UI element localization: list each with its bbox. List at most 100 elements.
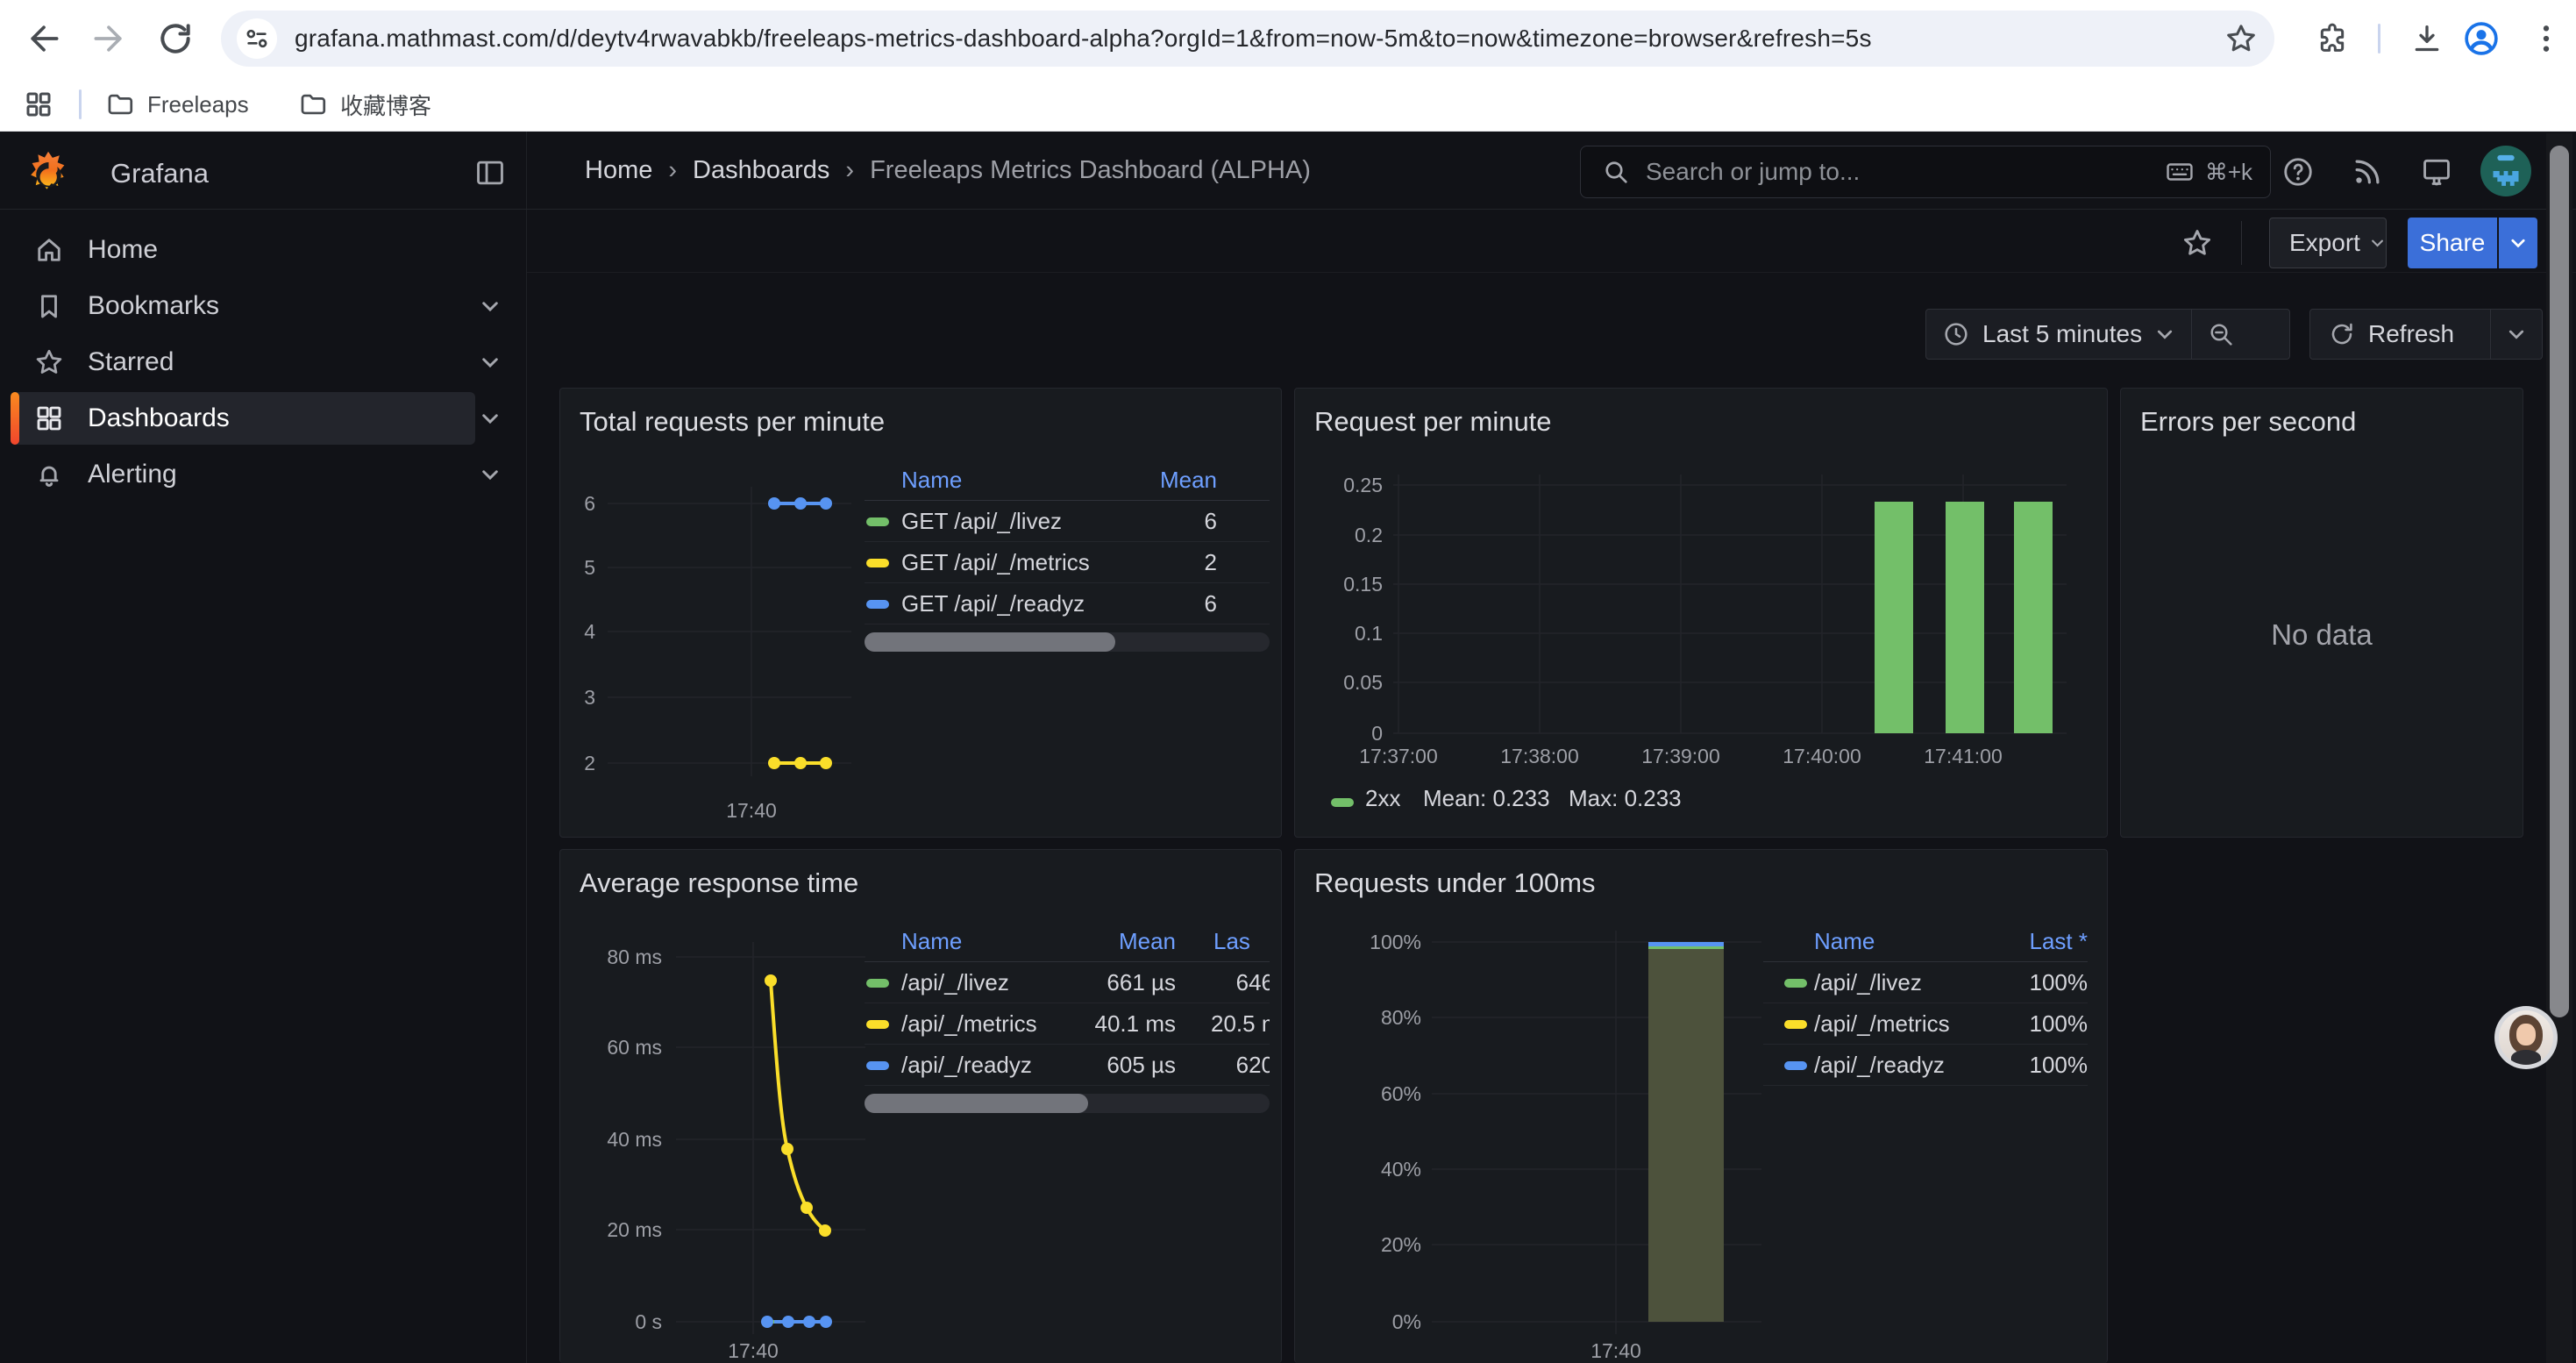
bookmark-star-icon[interactable] [2224,21,2259,56]
reload-icon[interactable] [156,19,195,58]
time-range-picker[interactable]: Last 5 minutes [1926,310,2191,359]
bell-icon [33,459,65,490]
panel-errors-per-second[interactable]: Errors per second No data [2120,388,2523,838]
legend-row[interactable]: /api/_/metrics 40.1 ms 20.5 m [865,1003,1270,1045]
kiosk-monitor-icon[interactable] [2420,155,2453,189]
sidebar-toggle-icon[interactable] [473,156,507,189]
panel-requests-under-100ms[interactable]: Requests under 100ms 100% 80% 60% 40% 20… [1294,849,2108,1363]
favorite-star-icon[interactable] [2181,226,2214,260]
y-axis-tick: 0.15 [1302,573,1383,596]
legend-header-name[interactable]: Name [901,464,962,501]
zoom-out-button[interactable] [2192,310,2250,359]
y-axis-tick: 0.25 [1302,474,1383,496]
avatar-image [2499,1010,2553,1065]
bookmark-folder-freeleaps[interactable]: Freeleaps [105,84,249,125]
chart-legend[interactable]: 2xx Mean: 0.233 Max: 0.233 [1295,785,2109,820]
profile-icon[interactable] [2462,19,2501,58]
panel-total-requests-per-minute[interactable]: Total requests per minute 6 5 4 3 2 17:4… [559,388,1282,838]
breadcrumb-separator: › [845,156,854,185]
x-axis-tick: 17:40:00 [1765,745,1879,767]
breadcrumb: Home › Dashboards › Freeleaps Metrics Da… [585,132,1311,209]
series-mean: 6 [1205,583,1217,624]
legend-table: Name Last * /api/_/livez 100% /api/_/met… [1763,925,2088,1101]
legend-row[interactable]: /api/_/livez 100% [1763,962,2088,1003]
legend-header-last[interactable]: Last * [2030,925,2089,962]
sidebar-item-starred[interactable]: Starred [0,334,526,390]
bookmark-folder-label: 收藏博客 [340,89,431,121]
legend-header-mean[interactable]: Mean [1160,464,1217,501]
series-name: GET /api/_/metrics [901,542,1090,583]
share-button[interactable]: Share [2408,218,2497,268]
sidebar-item-label: Alerting [88,460,177,489]
legend-row[interactable]: /api/_/metrics 100% [1763,1003,2088,1045]
series-name: /api/_/metrics [901,1003,1037,1045]
legend-row[interactable]: /api/_/readyz 605 µs 620 [865,1045,1270,1086]
download-icon[interactable] [2409,21,2444,56]
chevron-down-icon[interactable] [479,407,502,430]
legend-row[interactable]: /api/_/readyz 100% [1763,1045,2088,1086]
legend-header-name[interactable]: Name [901,925,962,962]
breadcrumb-current: Freeleaps Metrics Dashboard (ALPHA) [870,156,1311,185]
search-icon [1602,158,1630,186]
chevron-down-icon[interactable] [479,295,502,318]
news-rss-icon[interactable] [2351,155,2384,189]
panel-average-response-time[interactable]: Average response time 80 ms 60 ms 40 ms … [559,849,1282,1363]
sidebar-item-dashboards[interactable]: Dashboards [0,390,526,446]
series-last: 100% [2030,1003,2089,1045]
legend-row[interactable]: /api/_/livez 661 µs 646 [865,962,1270,1003]
legend-row[interactable]: GET /api/_/readyz 6 [865,583,1270,624]
y-axis-tick: 3 [564,686,595,709]
legend-scrollbar[interactable] [865,1094,1270,1113]
user-avatar[interactable] [2480,146,2531,196]
panel-request-per-minute[interactable]: Request per minute 0.25 0.2 0.15 0.1 0.0… [1294,388,2108,838]
legend-scrollbar-thumb[interactable] [865,1094,1088,1113]
sidebar-item-bookmarks[interactable]: Bookmarks [0,278,526,334]
keyboard-icon [2165,157,2195,187]
browser-menu-icon[interactable] [2529,21,2564,56]
series-name: /api/_/livez [901,962,1009,1003]
actions-divider [2241,221,2242,265]
legend-scrollbar[interactable] [865,632,1270,652]
legend-scrollbar-thumb[interactable] [865,632,1115,652]
y-axis-tick: 5 [564,556,595,579]
legend-header-last[interactable]: Las [1213,925,1250,962]
series-max: Max: 0.233 [1569,785,1682,812]
extensions-icon[interactable] [2315,21,2350,56]
export-button[interactable]: Export [2269,218,2387,268]
series-last: 646 [1211,962,1270,1003]
url-text[interactable]: grafana.mathmast.com/d/deytv4rwavabkb/fr… [295,11,1872,67]
page-scrollbar-thumb[interactable] [2550,146,2569,1017]
legend-header-name[interactable]: Name [1814,925,1875,962]
refresh-interval-button[interactable] [2491,310,2542,359]
search-input[interactable]: Search or jump to... ⌘+k [1580,146,2271,198]
site-settings-icon[interactable] [237,18,277,59]
series-last: 100% [2030,962,2089,1003]
y-axis-tick: 40 ms [564,1128,662,1151]
breadcrumb-dashboards[interactable]: Dashboards [693,156,829,185]
clock-icon [1942,320,1970,348]
forward-icon[interactable] [89,19,128,58]
legend-row[interactable]: GET /api/_/livez 6 [865,501,1270,542]
series-color-2xx [1331,798,1354,807]
series-last: 20.5 m [1211,1003,1270,1045]
series-color-livez [866,517,889,526]
address-bar[interactable]: grafana.mathmast.com/d/deytv4rwavabkb/fr… [221,11,2274,67]
bookmark-folder-blogs[interactable]: 收藏博客 [298,84,431,125]
refresh-button[interactable]: Refresh [2310,310,2490,359]
sidebar-item-home[interactable]: Home [0,222,526,278]
legend-header-mean[interactable]: Mean [1066,925,1176,962]
chevron-down-icon[interactable] [479,351,502,374]
series-color-metrics [866,1020,889,1029]
bookmarks-bar: Freeleaps 收藏博客 [0,77,2576,132]
sidebar-item-alerting[interactable]: Alerting [0,446,526,503]
help-icon[interactable] [2281,155,2315,189]
share-menu-button[interactable] [2499,218,2537,268]
breadcrumb-home[interactable]: Home [585,156,652,185]
apps-grid-icon[interactable] [23,89,54,120]
active-item-indicator [11,392,19,445]
assistant-avatar-button[interactable] [2494,1006,2558,1069]
grafana-logo[interactable] [23,149,74,200]
back-icon[interactable] [25,19,63,58]
chevron-down-icon[interactable] [479,463,502,486]
legend-row[interactable]: GET /api/_/metrics 2 [865,542,1270,583]
